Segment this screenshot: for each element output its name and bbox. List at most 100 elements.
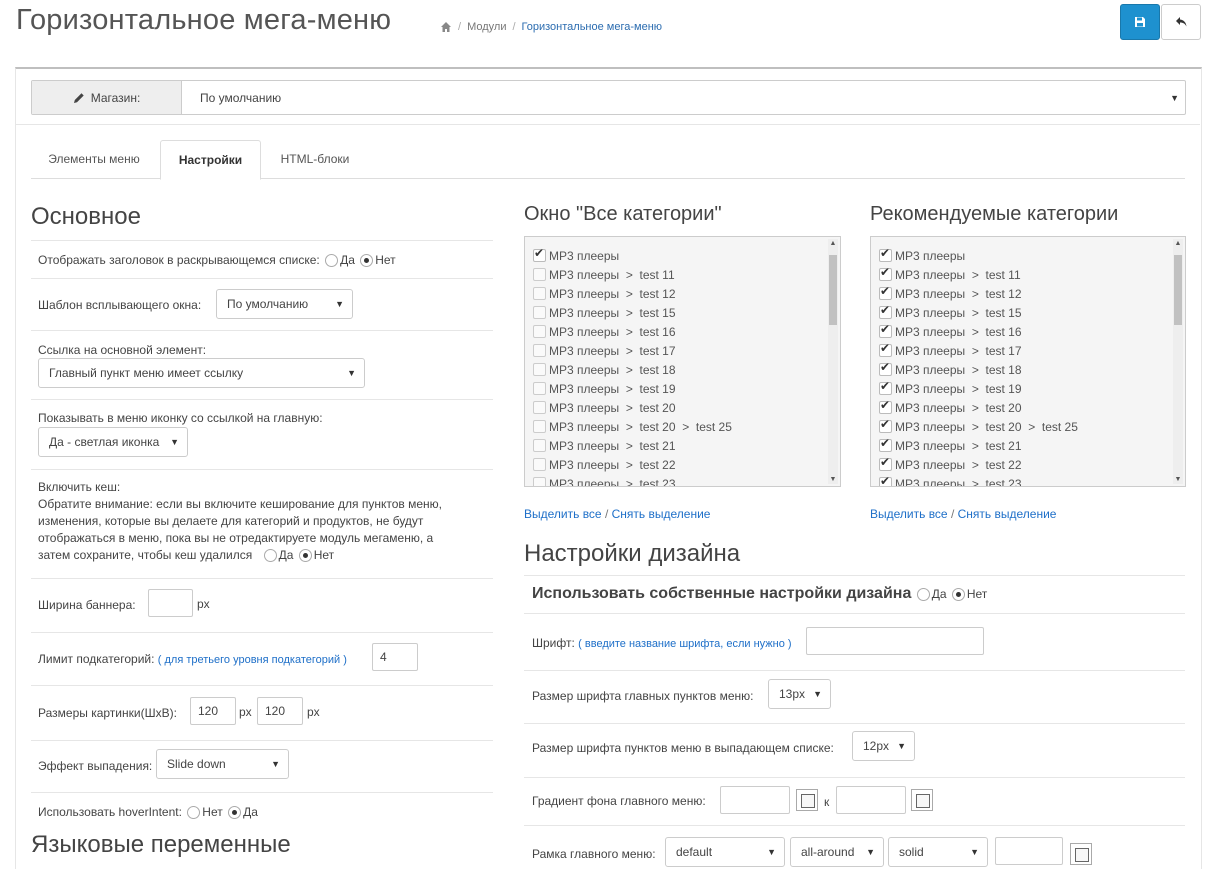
border-style2-select[interactable]: all-around ▼ bbox=[790, 837, 884, 867]
category-checkbox[interactable] bbox=[879, 398, 892, 414]
category-checkbox[interactable] bbox=[533, 382, 546, 395]
featured-categories-list[interactable]: MP3 плееры > test 23 MP3 плееры > test 22… bbox=[870, 236, 1186, 487]
category-item[interactable]: MP3 плееры > test 19 bbox=[533, 379, 676, 398]
own-settings-no-radio[interactable] bbox=[951, 588, 965, 602]
category-checkbox[interactable] bbox=[533, 325, 546, 338]
category-checkbox[interactable] bbox=[533, 439, 546, 452]
category-item[interactable]: MP3 плееры bbox=[533, 246, 619, 265]
deselect-link[interactable]: Снять выделение bbox=[612, 507, 711, 521]
category-item[interactable]: MP3 плееры > test 15 bbox=[879, 303, 1022, 322]
category-checkbox[interactable] bbox=[879, 265, 892, 281]
show-header-yes-radio[interactable] bbox=[325, 254, 339, 268]
home-icon[interactable] bbox=[440, 21, 452, 33]
category-checkbox[interactable] bbox=[879, 417, 892, 433]
category-checkbox[interactable] bbox=[879, 474, 892, 486]
own-settings-yes-radio[interactable] bbox=[916, 588, 930, 602]
category-item[interactable]: MP3 плееры > test 20 > test 25 bbox=[879, 417, 1078, 436]
home-icon-select[interactable]: Да - светлая иконка ▼ bbox=[38, 427, 188, 457]
category-checkbox[interactable] bbox=[879, 455, 892, 471]
category-item[interactable]: MP3 плееры > test 23 bbox=[879, 474, 1022, 486]
show-header-no-radio[interactable] bbox=[360, 254, 374, 268]
scroll-down-icon[interactable]: ▼ bbox=[828, 476, 838, 483]
category-item[interactable]: MP3 плееры > test 22 bbox=[879, 455, 1022, 474]
select-all-link[interactable]: Выделить все bbox=[524, 507, 602, 521]
category-item[interactable]: MP3 плееры > test 21 bbox=[879, 436, 1022, 455]
category-item[interactable]: MP3 плееры > test 16 bbox=[879, 322, 1022, 341]
category-checkbox[interactable] bbox=[879, 360, 892, 376]
subcat-limit-input[interactable]: 4 bbox=[372, 643, 418, 671]
category-item[interactable]: MP3 плееры > test 22 bbox=[533, 455, 676, 474]
category-checkbox[interactable] bbox=[533, 344, 546, 357]
banner-width-input[interactable] bbox=[148, 589, 193, 617]
main-font-size-select[interactable]: 13px ▼ bbox=[768, 679, 831, 709]
category-item[interactable]: MP3 плееры > test 16 bbox=[533, 322, 676, 341]
category-item[interactable]: MP3 плееры > test 11 bbox=[879, 265, 1021, 284]
scroll-up-icon[interactable]: ▲ bbox=[1173, 240, 1183, 247]
category-checkbox[interactable] bbox=[533, 477, 546, 486]
category-checkbox[interactable] bbox=[533, 363, 546, 376]
category-item[interactable]: MP3 плееры > test 20 bbox=[533, 398, 676, 417]
category-checkbox[interactable] bbox=[879, 436, 892, 452]
deselect-link[interactable]: Снять выделение bbox=[958, 507, 1057, 521]
category-item[interactable]: MP3 плееры > test 17 bbox=[533, 341, 676, 360]
store-selector[interactable]: Магазин: По умолчанию ▼ bbox=[31, 80, 1186, 115]
category-item[interactable]: MP3 плееры > test 21 bbox=[533, 436, 676, 455]
category-item[interactable]: MP3 плееры > test 12 bbox=[533, 284, 676, 303]
category-checkbox[interactable] bbox=[879, 284, 892, 300]
scrollbar-thumb[interactable] bbox=[1174, 255, 1182, 325]
back-button[interactable] bbox=[1161, 4, 1201, 40]
scroll-down-icon[interactable]: ▼ bbox=[1173, 476, 1183, 483]
category-item[interactable]: MP3 плееры > test 18 bbox=[533, 360, 676, 379]
category-item[interactable]: MP3 плееры > test 12 bbox=[879, 284, 1022, 303]
category-item[interactable]: MP3 плееры > test 23 bbox=[533, 474, 676, 486]
category-checkbox[interactable] bbox=[879, 322, 892, 338]
breadcrumb-current[interactable]: Горизонтальное мега-меню bbox=[522, 21, 663, 33]
breadcrumb-modules[interactable]: Модули bbox=[467, 21, 506, 33]
category-checkbox[interactable] bbox=[533, 268, 546, 281]
category-checkbox[interactable] bbox=[533, 401, 546, 414]
all-categories-list[interactable]: MP3 плееры > test 23 MP3 плееры > test 22… bbox=[524, 236, 841, 487]
save-button[interactable] bbox=[1120, 4, 1160, 40]
border-style1-select[interactable]: default ▼ bbox=[665, 837, 785, 867]
popup-template-select[interactable]: По умолчанию ▼ bbox=[216, 289, 353, 319]
gradient-from-input[interactable] bbox=[720, 786, 790, 814]
category-checkbox[interactable] bbox=[879, 303, 892, 319]
color-picker-icon[interactable] bbox=[911, 789, 933, 811]
category-item[interactable]: MP3 плееры > test 20 bbox=[879, 398, 1022, 417]
category-item[interactable]: MP3 плееры > test 15 bbox=[533, 303, 676, 322]
category-checkbox[interactable] bbox=[533, 458, 546, 471]
category-checkbox[interactable] bbox=[879, 341, 892, 357]
font-input[interactable] bbox=[806, 627, 984, 655]
category-checkbox[interactable] bbox=[879, 379, 892, 395]
category-item[interactable]: MP3 плееры > test 20 > test 25 bbox=[533, 417, 732, 436]
image-height-input[interactable]: 120 bbox=[257, 697, 303, 725]
category-checkbox[interactable] bbox=[533, 246, 546, 262]
category-item[interactable]: MP3 плееры bbox=[879, 246, 965, 265]
gradient-to-input[interactable] bbox=[836, 786, 906, 814]
tab-html-blocks[interactable]: HTML-блоки bbox=[262, 140, 368, 178]
tab-menu-items[interactable]: Элементы меню bbox=[31, 140, 157, 178]
dropdown-font-size-select[interactable]: 12px ▼ bbox=[852, 731, 915, 761]
hover-intent-no-radio[interactable] bbox=[187, 806, 201, 820]
select-all-link[interactable]: Выделить все bbox=[870, 507, 948, 521]
category-item[interactable]: MP3 плееры > test 19 bbox=[879, 379, 1022, 398]
border-style3-select[interactable]: solid ▼ bbox=[888, 837, 988, 867]
store-select[interactable]: По умолчанию ▼ bbox=[182, 81, 1185, 114]
tab-settings[interactable]: Настройки bbox=[160, 140, 261, 180]
scrollbar[interactable]: ▲ ▼ bbox=[828, 239, 838, 484]
category-item[interactable]: MP3 плееры > test 18 bbox=[879, 360, 1022, 379]
hover-intent-yes-radio[interactable] bbox=[228, 806, 242, 820]
effect-select[interactable]: Slide down ▼ bbox=[156, 749, 289, 779]
color-picker-icon[interactable] bbox=[796, 789, 818, 811]
cache-no-radio[interactable] bbox=[298, 549, 312, 563]
color-picker-icon[interactable] bbox=[1070, 843, 1092, 865]
category-checkbox[interactable] bbox=[533, 306, 546, 319]
cache-yes-radio[interactable] bbox=[263, 549, 277, 563]
category-checkbox[interactable] bbox=[879, 246, 892, 262]
category-checkbox[interactable] bbox=[533, 420, 546, 433]
image-width-input[interactable]: 120 bbox=[190, 697, 236, 725]
scroll-up-icon[interactable]: ▲ bbox=[828, 240, 838, 247]
scrollbar-thumb[interactable] bbox=[829, 255, 837, 325]
border-color-input[interactable] bbox=[995, 837, 1063, 865]
main-link-select[interactable]: Главный пункт меню имеет ссылку ▼ bbox=[38, 358, 365, 388]
